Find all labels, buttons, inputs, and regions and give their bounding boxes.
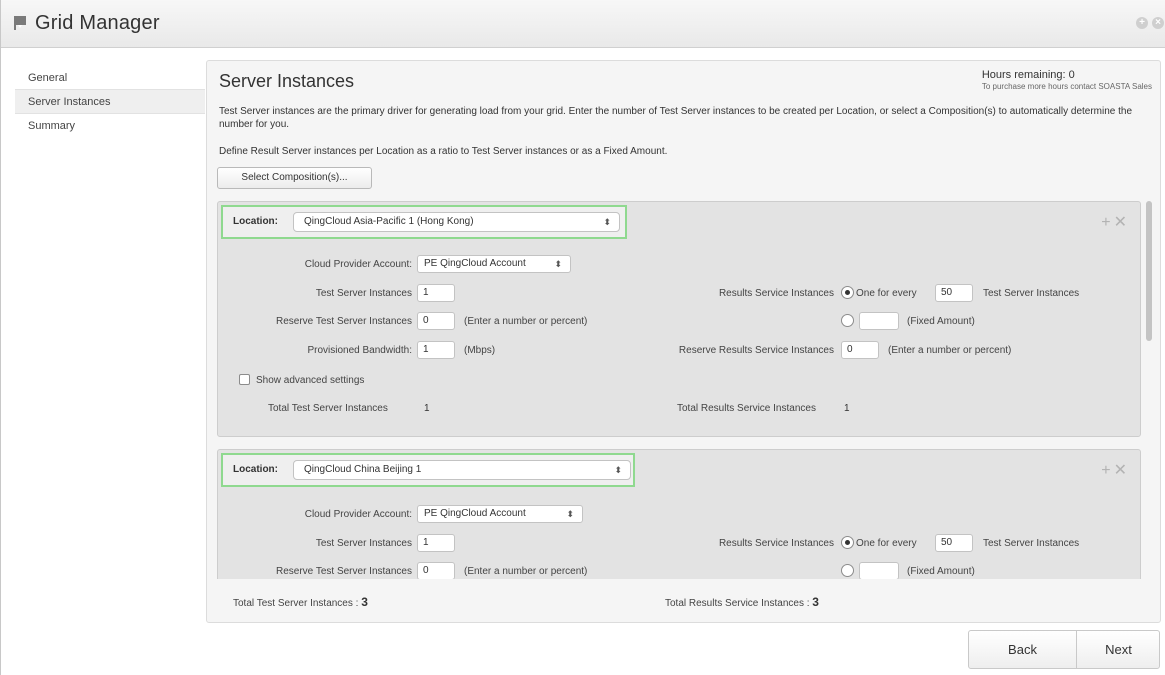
sidebar: General Server Instances Summary [15,66,205,138]
reserve-results-label: Reserve Results Service Instances [678,345,834,356]
remove-location-icon[interactable]: ✕ [1114,214,1130,231]
provisioned-bandwidth-label: Provisioned Bandwidth: [307,345,412,356]
show-advanced-label: Show advanced settings [256,375,365,386]
footer-total-results: Total Results Service Instances : 3 [665,595,819,609]
location-highlight: Location: QingCloud China Beijing 1 ⬍ [221,453,635,487]
bandwidth-unit: (Mbps) [464,345,496,356]
select-arrows-icon: ⬍ [566,509,574,519]
flag-icon [14,16,26,30]
window-title: Grid Manager [35,12,160,34]
cloud-provider-select[interactable]: PE QingCloud Account ⬍ [417,255,571,273]
cloud-provider-label: Cloud Provider Account: [304,259,412,270]
title-bar: Grid Manager + × [1,0,1165,48]
results-ratio-radio[interactable] [841,286,854,299]
results-fixed-input[interactable] [859,562,899,579]
location-value: QingCloud Asia-Pacific 1 (Hong Kong) [304,216,474,227]
cloud-provider-value: PE QingCloud Account [424,508,526,519]
provisioned-bandwidth-input[interactable]: 1 [417,341,455,359]
reserve-test-server-input[interactable]: 0 [417,562,455,579]
results-ratio-suffix: Test Server Instances [983,538,1080,549]
reserve-test-server-label: Reserve Test Server Instances [276,316,412,327]
results-fixed-radio[interactable] [841,564,854,577]
reserve-test-server-label: Reserve Test Server Instances [276,566,412,577]
select-arrows-icon: ⬍ [603,217,611,227]
next-button[interactable]: Next [1077,631,1160,668]
footer-total-test-value: 3 [361,595,368,609]
one-for-every-label: One for every [856,288,917,299]
results-ratio-input[interactable]: 50 [935,284,973,302]
location-highlight: Location: QingCloud Asia-Pacific 1 (Hong… [221,205,627,239]
total-test-server-value: 1 [424,403,430,414]
select-arrows-icon: ⬍ [554,259,562,269]
location-panel: Location: QingCloud China Beijing 1 ⬍ +✕… [217,449,1141,579]
add-location-icon[interactable]: + [1101,462,1113,479]
reserve-test-hint: (Enter a number or percent) [464,316,588,327]
hours-note: To purchase more hours contact SOASTA Sa… [981,82,1152,91]
cloud-provider-label: Cloud Provider Account: [304,509,412,520]
results-fixed-radio[interactable] [841,314,854,327]
select-composition-button[interactable]: Select Composition(s)... [217,167,372,189]
sidebar-item-general[interactable]: General [15,66,205,90]
hours-remaining: Hours remaining: 0 [981,69,1075,81]
location-select[interactable]: QingCloud China Beijing 1 ⬍ [293,460,631,480]
wizard-nav: Back Next [968,630,1160,669]
locations-scroll-area[interactable]: Location: QingCloud Asia-Pacific 1 (Hong… [217,201,1152,579]
results-fixed-input[interactable] [859,312,899,330]
footer-total-results-value: 3 [812,595,819,609]
test-server-instances-input[interactable]: 1 [417,284,455,302]
sidebar-item-summary[interactable]: Summary [15,114,205,138]
select-arrows-icon: ⬍ [614,465,622,475]
reserve-test-server-input[interactable]: 0 [417,312,455,330]
results-service-label: Results Service Instances [718,538,834,549]
back-button[interactable]: Back [969,631,1077,668]
location-label: Location: [233,216,278,227]
remove-location-icon[interactable]: ✕ [1114,462,1130,479]
close-icon[interactable]: × [1152,17,1164,29]
sidebar-item-server-instances[interactable]: Server Instances [15,90,205,114]
reserve-test-hint: (Enter a number or percent) [464,566,588,577]
reserve-results-input[interactable]: 0 [841,341,879,359]
description: Test Server instances are the primary dr… [219,106,1133,130]
description-results: Define Result Server instances per Locat… [219,146,668,157]
page-title: Server Instances [219,71,355,91]
footer-total-results-label: Total Results Service Instances : [665,598,810,609]
add-location-icon[interactable]: + [1101,214,1113,231]
test-server-instances-input[interactable]: 1 [417,534,455,552]
fixed-amount-label: (Fixed Amount) [907,316,975,327]
cloud-provider-value: PE QingCloud Account [424,258,526,269]
scrollbar[interactable] [1146,201,1152,341]
results-ratio-radio[interactable] [841,536,854,549]
show-advanced-checkbox[interactable] [239,374,250,385]
reserve-results-hint: (Enter a number or percent) [888,345,1012,356]
location-value: QingCloud China Beijing 1 [304,464,422,475]
panel-tools: +✕ [1101,212,1130,232]
location-select[interactable]: QingCloud Asia-Pacific 1 (Hong Kong) ⬍ [293,212,620,232]
results-ratio-suffix: Test Server Instances [983,288,1080,299]
hours-info: Hours remaining: 0 To purchase more hour… [982,69,1152,91]
results-ratio-input[interactable]: 50 [935,534,973,552]
location-panel: Location: QingCloud Asia-Pacific 1 (Hong… [217,201,1141,437]
footer-total-test: Total Test Server Instances : 3 [233,595,368,609]
maximize-icon[interactable]: + [1136,17,1148,29]
test-server-instances-label: Test Server Instances [315,288,412,299]
panel-tools: +✕ [1101,460,1130,480]
total-results-label: Total Results Service Instances [677,403,816,414]
grid-manager-window: Grid Manager + × General Server Instance… [0,0,1165,675]
footer-total-test-label: Total Test Server Instances : [233,598,359,609]
cloud-provider-select[interactable]: PE QingCloud Account ⬍ [417,505,583,523]
results-service-label: Results Service Instances [718,288,834,299]
total-results-value: 1 [844,403,850,414]
one-for-every-label: One for every [856,538,917,549]
test-server-instances-label: Test Server Instances [315,538,412,549]
total-test-server-label: Total Test Server Instances [268,403,388,414]
location-label: Location: [233,464,278,475]
main-panel: Server Instances Hours remaining: 0 To p… [206,60,1161,623]
fixed-amount-label: (Fixed Amount) [907,566,975,577]
